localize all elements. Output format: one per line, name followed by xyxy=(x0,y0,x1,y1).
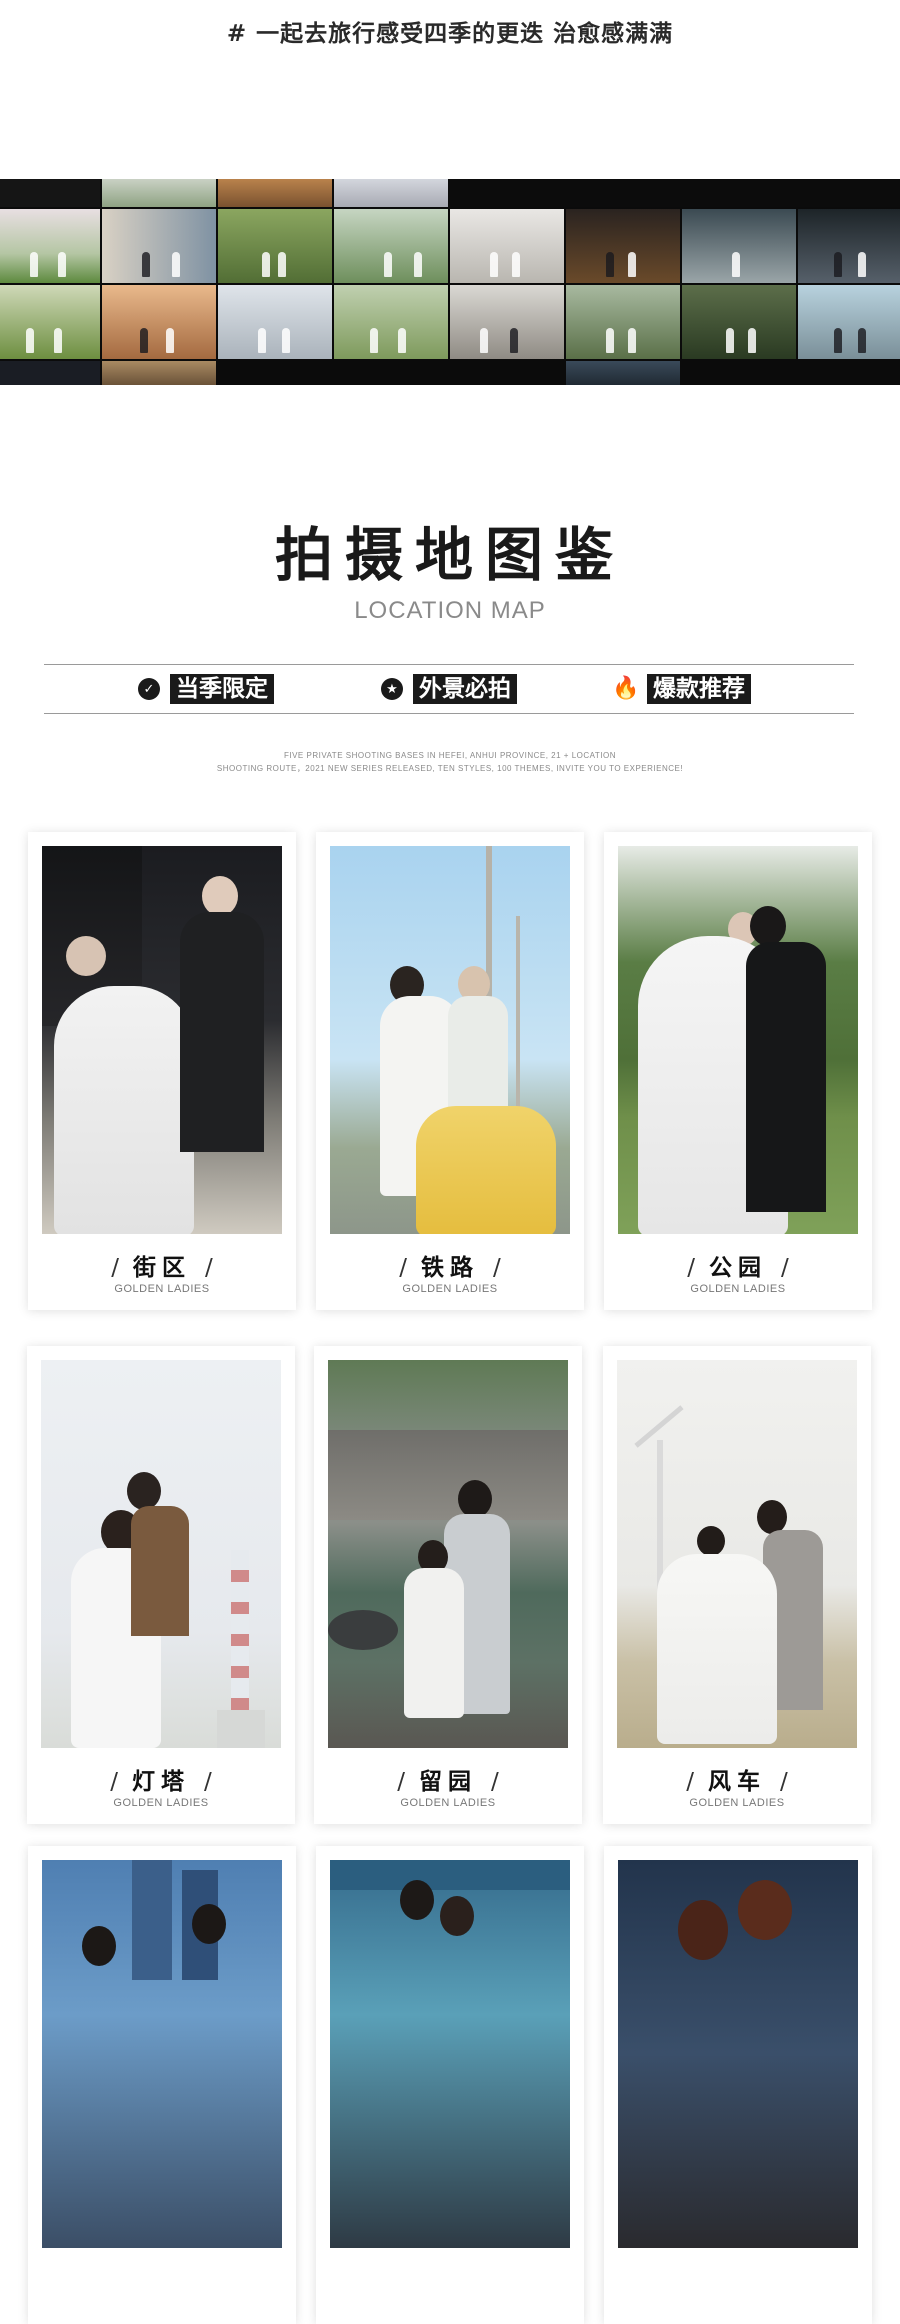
street-couple-photo xyxy=(42,846,282,1234)
fine-print-line-1: FIVE PRIVATE SHOOTING BASES IN HEFEI, AN… xyxy=(283,751,616,760)
garden-couple-photo xyxy=(328,1360,568,1748)
location-card-park[interactable]: / 公园 / GOLDEN LADIES xyxy=(604,832,872,1310)
location-card-railway[interactable]: / 铁路 / GOLDEN LADIES xyxy=(316,832,584,1310)
collage-tile xyxy=(682,285,796,359)
photo-collage-strip xyxy=(0,179,900,385)
train-station-couple-photo xyxy=(330,1860,570,2248)
location-name: / 灯塔 / xyxy=(110,1769,212,1795)
tag-label: 当季限定 xyxy=(170,674,274,704)
collage-tile xyxy=(450,285,564,359)
location-subtitle: GOLDEN LADIES xyxy=(114,1283,210,1295)
collage-tile xyxy=(334,179,448,207)
fine-print-line-2: SHOOTING ROUTE，2021 NEW SERIES RELEASED,… xyxy=(216,764,684,773)
tag-bar: ✓ 当季限定 ★ 外景必拍 🔥 爆款推荐 xyxy=(44,664,854,712)
collage-tile xyxy=(334,209,448,283)
collage-tile xyxy=(0,285,100,359)
location-subtitle: GOLDEN LADIES xyxy=(689,1797,785,1809)
location-card-street[interactable]: / 街区 / GOLDEN LADIES xyxy=(28,832,296,1310)
collage-tile xyxy=(566,209,680,283)
section-subtitle: LOCATION MAP xyxy=(354,597,546,624)
location-card-lighthouse[interactable]: / 灯塔 / GOLDEN LADIES xyxy=(27,1346,295,1824)
collage-tile xyxy=(102,179,216,207)
location-name: / 风车 / xyxy=(686,1769,788,1795)
collage-tile xyxy=(334,285,448,359)
collage-tile xyxy=(102,285,216,359)
lighthouse-couple-photo xyxy=(41,1360,281,1748)
location-card-windmill[interactable]: / 风车 / GOLDEN LADIES xyxy=(603,1346,871,1824)
tag-hot: 🔥 爆款推荐 xyxy=(612,674,751,704)
tag-label: 爆款推荐 xyxy=(647,674,751,704)
tag-must-shoot: ★ 外景必拍 xyxy=(381,674,517,704)
location-subtitle: GOLDEN LADIES xyxy=(113,1797,209,1809)
location-name: / 街区 / xyxy=(111,1255,213,1281)
star-circle-icon: ★ xyxy=(381,678,403,700)
collage-tile xyxy=(218,285,332,359)
section-title: 拍摄地图鉴 xyxy=(274,521,625,589)
windmill-couple-photo xyxy=(617,1360,857,1748)
collage-tile xyxy=(102,209,216,283)
location-name: / 留园 / xyxy=(397,1769,499,1795)
collage-tile xyxy=(0,209,100,283)
collage-tile xyxy=(102,361,216,385)
collage-tile xyxy=(798,209,900,283)
tag-seasonal: ✓ 当季限定 xyxy=(138,674,274,704)
collage-tile xyxy=(0,361,100,385)
collage-tile xyxy=(566,361,680,385)
collage-tile xyxy=(218,209,332,283)
location-subtitle: GOLDEN LADIES xyxy=(402,1283,498,1295)
tag-label: 外景必拍 xyxy=(413,674,517,704)
location-card-garden[interactable]: / 留园 / GOLDEN LADIES xyxy=(314,1346,582,1824)
location-subtitle: GOLDEN LADIES xyxy=(690,1283,786,1295)
location-name: / 铁路 / xyxy=(399,1255,501,1281)
header-tagline: # 一起去旅行感受四季的更迭 治愈感满满 xyxy=(226,21,674,47)
check-circle-icon: ✓ xyxy=(138,678,160,700)
flame-icon: 🔥 xyxy=(612,676,640,701)
collage-tile xyxy=(566,285,680,359)
collage-tile xyxy=(450,209,564,283)
collage-tile xyxy=(450,179,900,207)
railway-scooter-photo xyxy=(330,846,570,1234)
divider-bottom xyxy=(44,713,854,714)
city-couple-photo xyxy=(42,1860,282,2248)
embrace-couple-photo xyxy=(618,1860,858,2248)
location-card-station[interactable] xyxy=(316,1846,584,2324)
collage-tile xyxy=(0,179,100,207)
location-name: / 公园 / xyxy=(687,1255,789,1281)
collage-tile xyxy=(218,179,332,207)
collage-tile xyxy=(682,209,796,283)
park-couple-photo xyxy=(618,846,858,1234)
location-subtitle: GOLDEN LADIES xyxy=(400,1797,496,1809)
collage-tile xyxy=(798,285,900,359)
location-card-city[interactable] xyxy=(28,1846,296,2324)
location-card-embrace[interactable] xyxy=(604,1846,872,2324)
